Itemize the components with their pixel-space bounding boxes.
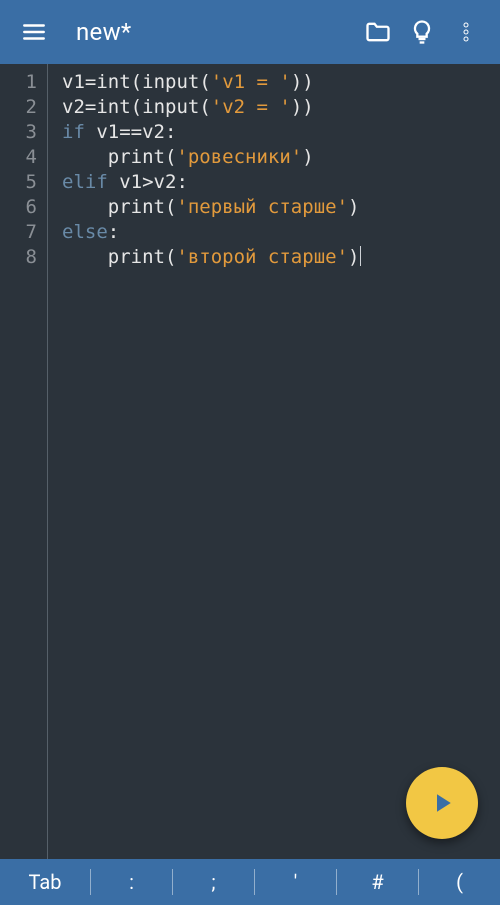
line-number: 7 xyxy=(0,220,47,245)
run-button[interactable] xyxy=(406,767,478,839)
code-line[interactable]: print('второй старше') xyxy=(62,245,361,270)
code-token: = xyxy=(85,96,96,118)
code-token xyxy=(62,246,108,268)
key-colon[interactable]: : xyxy=(91,859,172,905)
code-token: print xyxy=(108,146,165,168)
code-token: 'второй старше' xyxy=(176,246,348,268)
key-hash[interactable]: # xyxy=(337,859,418,905)
key-paren-open[interactable]: ( xyxy=(419,859,500,905)
key-quote[interactable]: ' xyxy=(255,859,336,905)
line-number: 3 xyxy=(0,120,47,145)
app-root: new* 12345678 v1=int(input('v1 = '))v2=i… xyxy=(0,0,500,905)
line-number: 5 xyxy=(0,170,47,195)
code-token: 'первый старше' xyxy=(176,196,348,218)
code-token: ( xyxy=(131,96,142,118)
code-token: elif xyxy=(62,171,108,193)
code-token: v2 xyxy=(62,96,85,118)
code-token: 'v1 = ' xyxy=(211,71,291,93)
overflow-icon[interactable] xyxy=(444,10,488,54)
code-line[interactable]: print('ровесники') xyxy=(62,145,361,170)
folder-icon[interactable] xyxy=(356,10,400,54)
code-token: int xyxy=(96,96,130,118)
code-token xyxy=(62,196,108,218)
key-tab[interactable]: Tab xyxy=(0,859,90,905)
document-title: new* xyxy=(76,18,356,46)
code-token: : xyxy=(108,221,119,243)
code-token: ( xyxy=(199,96,210,118)
code-token: 'ровесники' xyxy=(176,146,302,168)
code-editor[interactable]: 12345678 v1=int(input('v1 = '))v2=int(in… xyxy=(0,64,500,859)
code-line[interactable]: print('первый старше') xyxy=(62,195,361,220)
code-token: )) xyxy=(291,96,314,118)
menu-icon[interactable] xyxy=(12,10,56,54)
code-token: : xyxy=(165,121,176,143)
code-line[interactable]: v2=int(input('v2 = ')) xyxy=(62,95,361,120)
code-token: : xyxy=(176,171,187,193)
code-token: print xyxy=(108,246,165,268)
code-token: ) xyxy=(302,146,313,168)
code-content[interactable]: v1=int(input('v1 = '))v2=int(input('v2 =… xyxy=(48,64,361,859)
text-cursor xyxy=(360,246,361,266)
code-token: == xyxy=(119,121,142,143)
code-token: v1 xyxy=(62,71,85,93)
code-token: int xyxy=(96,71,130,93)
code-token: input xyxy=(142,71,199,93)
code-token: if xyxy=(62,121,85,143)
symbol-key-bar: Tab : ; ' # ( xyxy=(0,859,500,905)
code-line[interactable]: if v1==v2: xyxy=(62,120,361,145)
code-token: ) xyxy=(348,196,359,218)
line-number: 2 xyxy=(0,95,47,120)
code-token: v1 xyxy=(85,121,119,143)
code-token xyxy=(62,146,108,168)
line-number: 8 xyxy=(0,245,47,270)
code-token: 'v2 = ' xyxy=(211,96,291,118)
line-number: 6 xyxy=(0,195,47,220)
code-token: input xyxy=(142,96,199,118)
code-token: ( xyxy=(165,246,176,268)
code-token: v2 xyxy=(142,121,165,143)
line-number: 4 xyxy=(0,145,47,170)
code-token: print xyxy=(108,196,165,218)
code-token: ( xyxy=(131,71,142,93)
code-line[interactable]: v1=int(input('v1 = ')) xyxy=(62,70,361,95)
code-token: ( xyxy=(165,146,176,168)
line-number: 1 xyxy=(0,70,47,95)
code-token: ( xyxy=(165,196,176,218)
code-token: v2 xyxy=(154,171,177,193)
line-number-gutter: 12345678 xyxy=(0,64,48,859)
code-token: else xyxy=(62,221,108,243)
code-token: ( xyxy=(199,71,210,93)
key-semicolon[interactable]: ; xyxy=(173,859,254,905)
bulb-icon[interactable] xyxy=(400,10,444,54)
code-token: = xyxy=(85,71,96,93)
code-token: > xyxy=(142,171,153,193)
code-token: )) xyxy=(291,71,314,93)
app-bar: new* xyxy=(0,0,500,64)
code-line[interactable]: else: xyxy=(62,220,361,245)
code-token: v1 xyxy=(108,171,142,193)
code-token: ) xyxy=(348,246,359,268)
code-line[interactable]: elif v1>v2: xyxy=(62,170,361,195)
